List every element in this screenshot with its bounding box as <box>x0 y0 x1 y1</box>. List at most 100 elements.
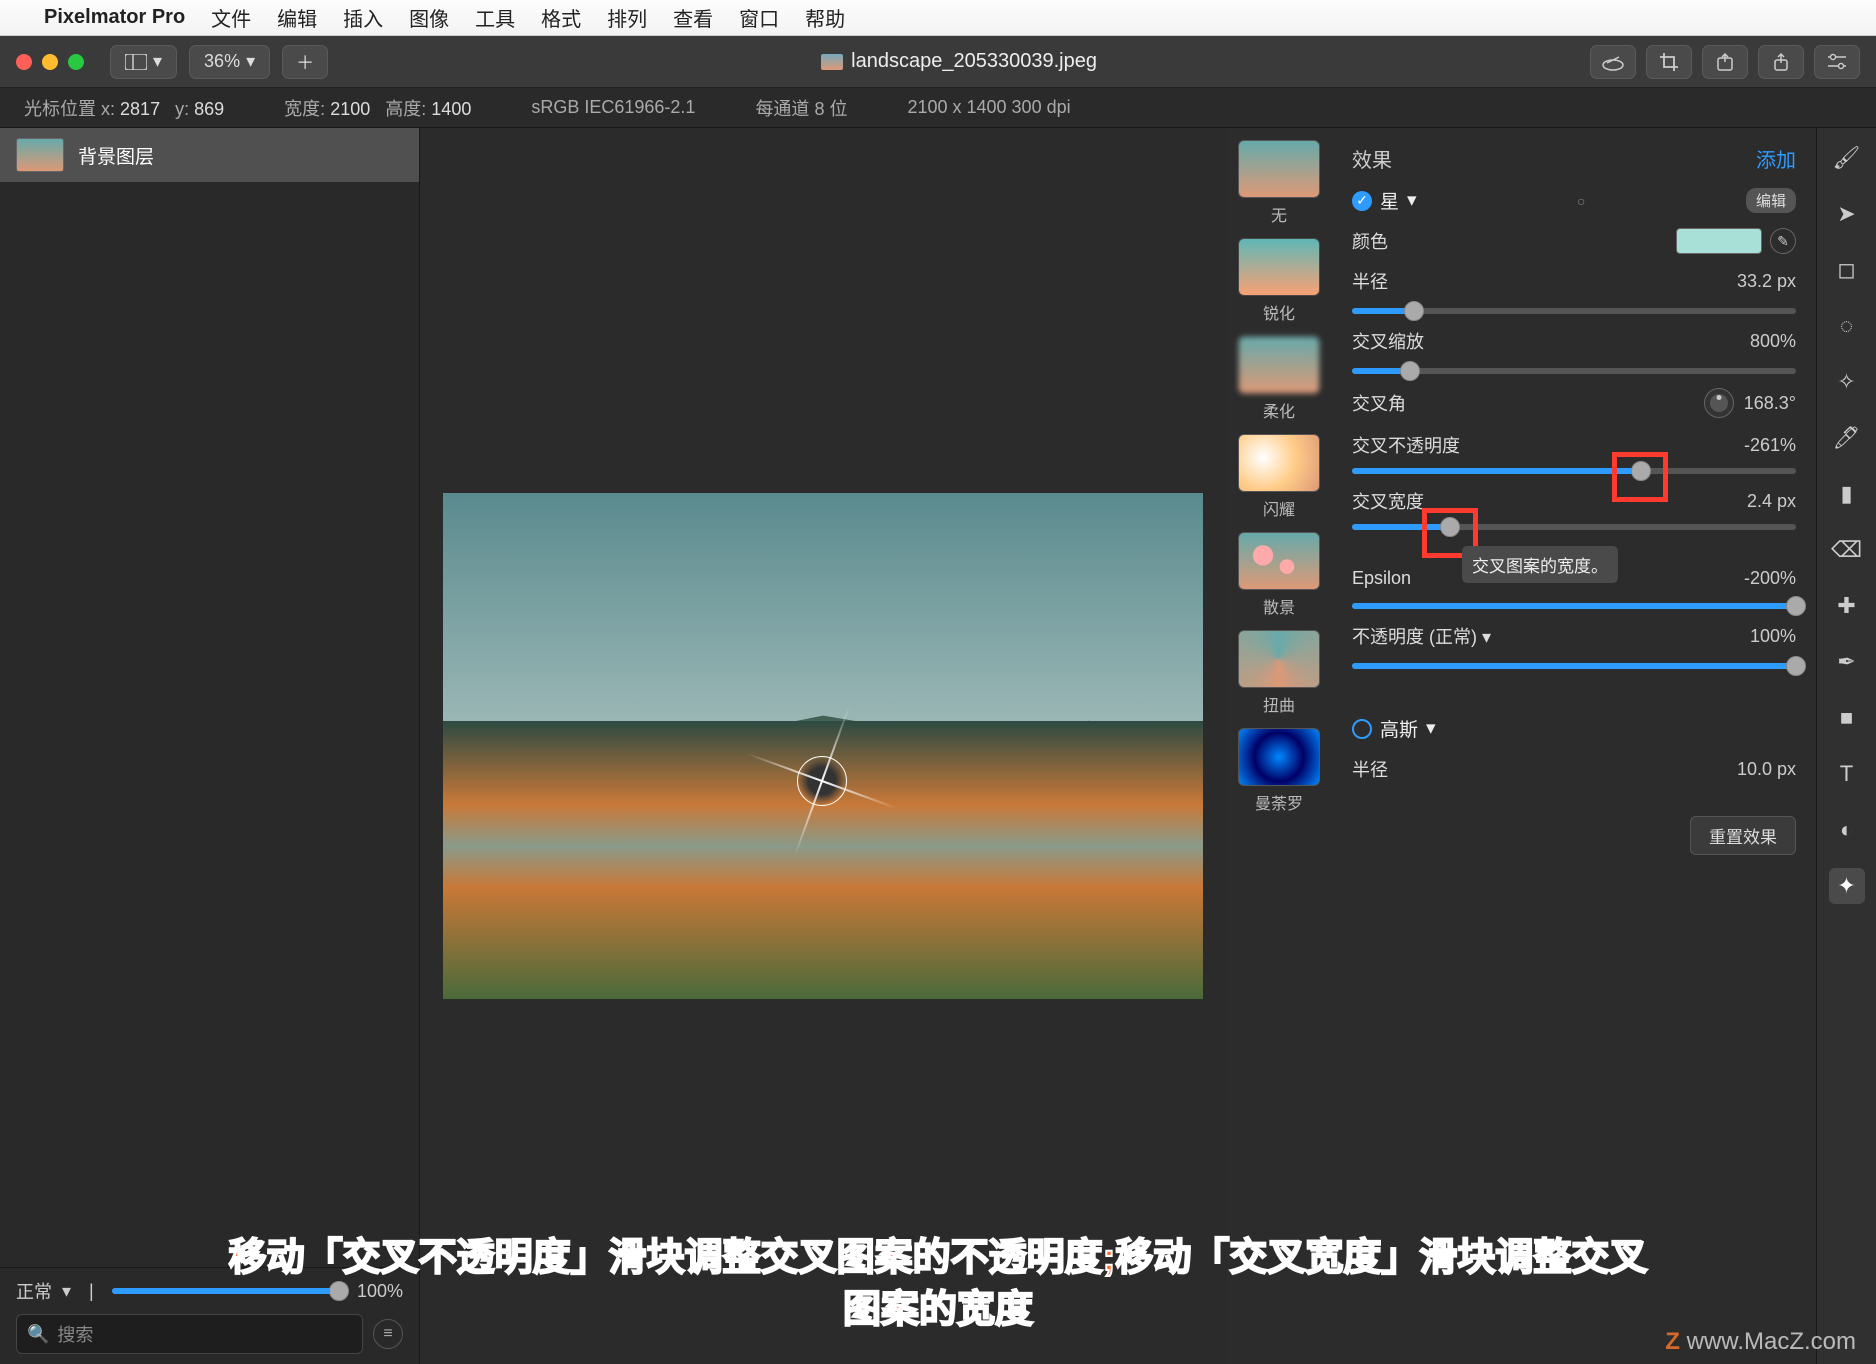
close-window-button[interactable] <box>16 54 32 70</box>
paint-tool[interactable]: 🖊 <box>1829 420 1865 456</box>
menu-help[interactable]: 帮助 <box>805 3 845 32</box>
control-color: 颜色 ✎ <box>1352 228 1796 254</box>
epsilon-slider[interactable] <box>1352 603 1796 609</box>
pen-tool[interactable]: ✒ <box>1829 644 1865 680</box>
menu-arrange[interactable]: 排列 <box>607 3 647 32</box>
effect-star-header[interactable]: ✓ 星 ▾ ○ 编辑 <box>1352 187 1796 214</box>
menu-window[interactable]: 窗口 <box>739 3 779 32</box>
minimize-window-button[interactable] <box>42 54 58 70</box>
sidebar-toggle-button[interactable]: ▾ <box>110 45 177 79</box>
search-placeholder: 搜索 <box>57 1321 93 1347</box>
layers-search-input[interactable]: 🔍 搜索 <box>16 1314 363 1354</box>
preset-sharpen[interactable]: 锐化 <box>1238 238 1320 324</box>
cross-opacity-slider[interactable] <box>1352 468 1796 474</box>
preset-bokeh[interactable]: 散景 <box>1238 532 1320 618</box>
menu-edit[interactable]: 编辑 <box>277 3 317 32</box>
preset-none[interactable]: 无 <box>1238 140 1320 226</box>
export-button[interactable] <box>1702 45 1748 79</box>
control-cross-opacity: 交叉不透明度-261% <box>1352 432 1796 458</box>
cross-width-slider[interactable] <box>1352 524 1796 530</box>
fill-tool[interactable]: ▮ <box>1829 476 1865 512</box>
effect-star-checkbox[interactable]: ✓ <box>1352 191 1372 211</box>
zoom-value: 36% <box>204 51 240 72</box>
eraser-tool[interactable]: ⌫ <box>1829 532 1865 568</box>
share-button[interactable] <box>1758 45 1804 79</box>
layers-footer: 正常 ▾ | 100% 🔍 搜索 ≡ <box>0 1267 419 1364</box>
effect-gaussian-header[interactable]: 高斯 ▾ <box>1352 715 1796 742</box>
layer-thumb-icon <box>16 138 64 172</box>
export-icon <box>1715 52 1735 72</box>
fullscreen-window-button[interactable] <box>68 54 84 70</box>
color-swatch[interactable] <box>1676 228 1762 254</box>
preset-mandala[interactable]: 曼荼罗 <box>1238 728 1320 814</box>
menu-insert[interactable]: 插入 <box>343 3 383 32</box>
reset-effects-button[interactable]: 重置效果 <box>1690 816 1796 855</box>
canvas-image <box>443 493 1203 999</box>
eyedropper-button[interactable]: ✎ <box>1770 228 1796 254</box>
radius-slider[interactable] <box>1352 308 1796 314</box>
color-adjust-tool[interactable]: ◐ <box>1829 812 1865 848</box>
tool-strip: 🖌 ➤ ◻ ◌ ✧ 🖊 ▮ ⌫ ✚ ✒ ■ T ◐ ✦ <box>1816 128 1876 1364</box>
window-toolbar: ▾ 36% ▾ ＋ landscape_205330039.jpeg <box>0 36 1876 88</box>
cross-width-tooltip: 交叉图案的宽度。 <box>1462 546 1618 583</box>
adjustments-button[interactable] <box>1814 45 1860 79</box>
control-cross-width: 交叉宽度2.4 px <box>1352 488 1796 514</box>
preset-glare[interactable]: 闪耀 <box>1238 434 1320 520</box>
menu-view[interactable]: 查看 <box>673 3 713 32</box>
star-effect-gizmo[interactable] <box>777 736 867 826</box>
menu-file[interactable]: 文件 <box>211 3 251 32</box>
layer-blend-row[interactable]: 正常 ▾ | 100% <box>16 1278 403 1304</box>
chevron-down-icon: ▾ <box>153 51 162 72</box>
dimensions-dpi: 2100 x 1400 300 dpi <box>907 97 1070 118</box>
eraser-icon <box>1601 53 1625 71</box>
cursor-position: 光标位置 x: 2817 y: 869 <box>24 95 224 121</box>
opacity-slider[interactable] <box>1352 663 1796 669</box>
chevron-down-icon: ▾ <box>62 1281 71 1302</box>
add-effect-button[interactable]: 添加 <box>1756 144 1796 173</box>
angle-dial[interactable] <box>1704 388 1734 418</box>
magic-wand-tool[interactable]: ✧ <box>1829 364 1865 400</box>
blend-mode-label: 正常 <box>16 1278 52 1304</box>
layer-name: 背景图层 <box>78 142 154 169</box>
layer-opacity-value: 100% <box>357 1281 403 1302</box>
menu-tools[interactable]: 工具 <box>475 3 515 32</box>
arrow-tool[interactable]: ➤ <box>1829 196 1865 232</box>
effects-tool[interactable]: ✦ <box>1829 868 1865 904</box>
layer-background[interactable]: 背景图层 <box>0 128 419 182</box>
window-controls <box>16 54 84 70</box>
erase-tool-button[interactable] <box>1590 45 1636 79</box>
brush-tool[interactable]: 🖌 <box>1829 140 1865 176</box>
preset-soften[interactable]: 柔化 <box>1238 336 1320 422</box>
effect-gaussian-checkbox[interactable] <box>1352 719 1372 739</box>
menu-image[interactable]: 图像 <box>409 3 449 32</box>
control-cross-angle: 交叉角 168.3° <box>1352 388 1796 418</box>
layers-filter-button[interactable]: ≡ <box>373 1319 403 1349</box>
info-bar: 光标位置 x: 2817 y: 869 宽度: 2100 高度: 1400 sR… <box>0 88 1876 128</box>
app-name[interactable]: Pixelmator Pro <box>44 6 185 29</box>
layers-panel: 背景图层 正常 ▾ | 100% 🔍 搜索 ≡ <box>0 128 420 1364</box>
effects-controls: 效果 添加 ✓ 星 ▾ ○ 编辑 颜色 ✎ 半径33.2 px <box>1332 128 1816 1364</box>
bit-depth: 每通道 8 位 <box>755 95 847 121</box>
effect-star-name: 星 <box>1380 187 1399 214</box>
heal-tool[interactable]: ✚ <box>1829 588 1865 624</box>
menu-format[interactable]: 格式 <box>541 3 581 32</box>
zoom-dropdown[interactable]: 36% ▾ <box>189 45 270 79</box>
preset-twist[interactable]: 扭曲 <box>1238 630 1320 716</box>
lasso-tool[interactable]: ◌ <box>1829 308 1865 344</box>
workspace: 背景图层 正常 ▾ | 100% 🔍 搜索 ≡ <box>0 128 1876 1364</box>
effect-edit-button[interactable]: 编辑 <box>1746 188 1796 213</box>
crop-tool-button[interactable] <box>1646 45 1692 79</box>
share-icon <box>1771 52 1791 72</box>
cross-scale-slider[interactable] <box>1352 368 1796 374</box>
control-cross-scale: 交叉缩放800% <box>1352 328 1796 354</box>
marquee-tool[interactable]: ◻ <box>1829 252 1865 288</box>
control-gaussian-radius: 半径10.0 px <box>1352 756 1796 782</box>
add-button[interactable]: ＋ <box>282 45 328 79</box>
chevron-down-icon[interactable]: ▾ <box>1482 627 1491 647</box>
chevron-down-icon: ▾ <box>1426 717 1436 740</box>
canvas-area[interactable] <box>420 128 1226 1364</box>
crop-icon <box>1659 52 1679 72</box>
text-tool[interactable]: T <box>1829 756 1865 792</box>
sliders-icon <box>1826 53 1848 71</box>
shape-tool[interactable]: ■ <box>1829 700 1865 736</box>
